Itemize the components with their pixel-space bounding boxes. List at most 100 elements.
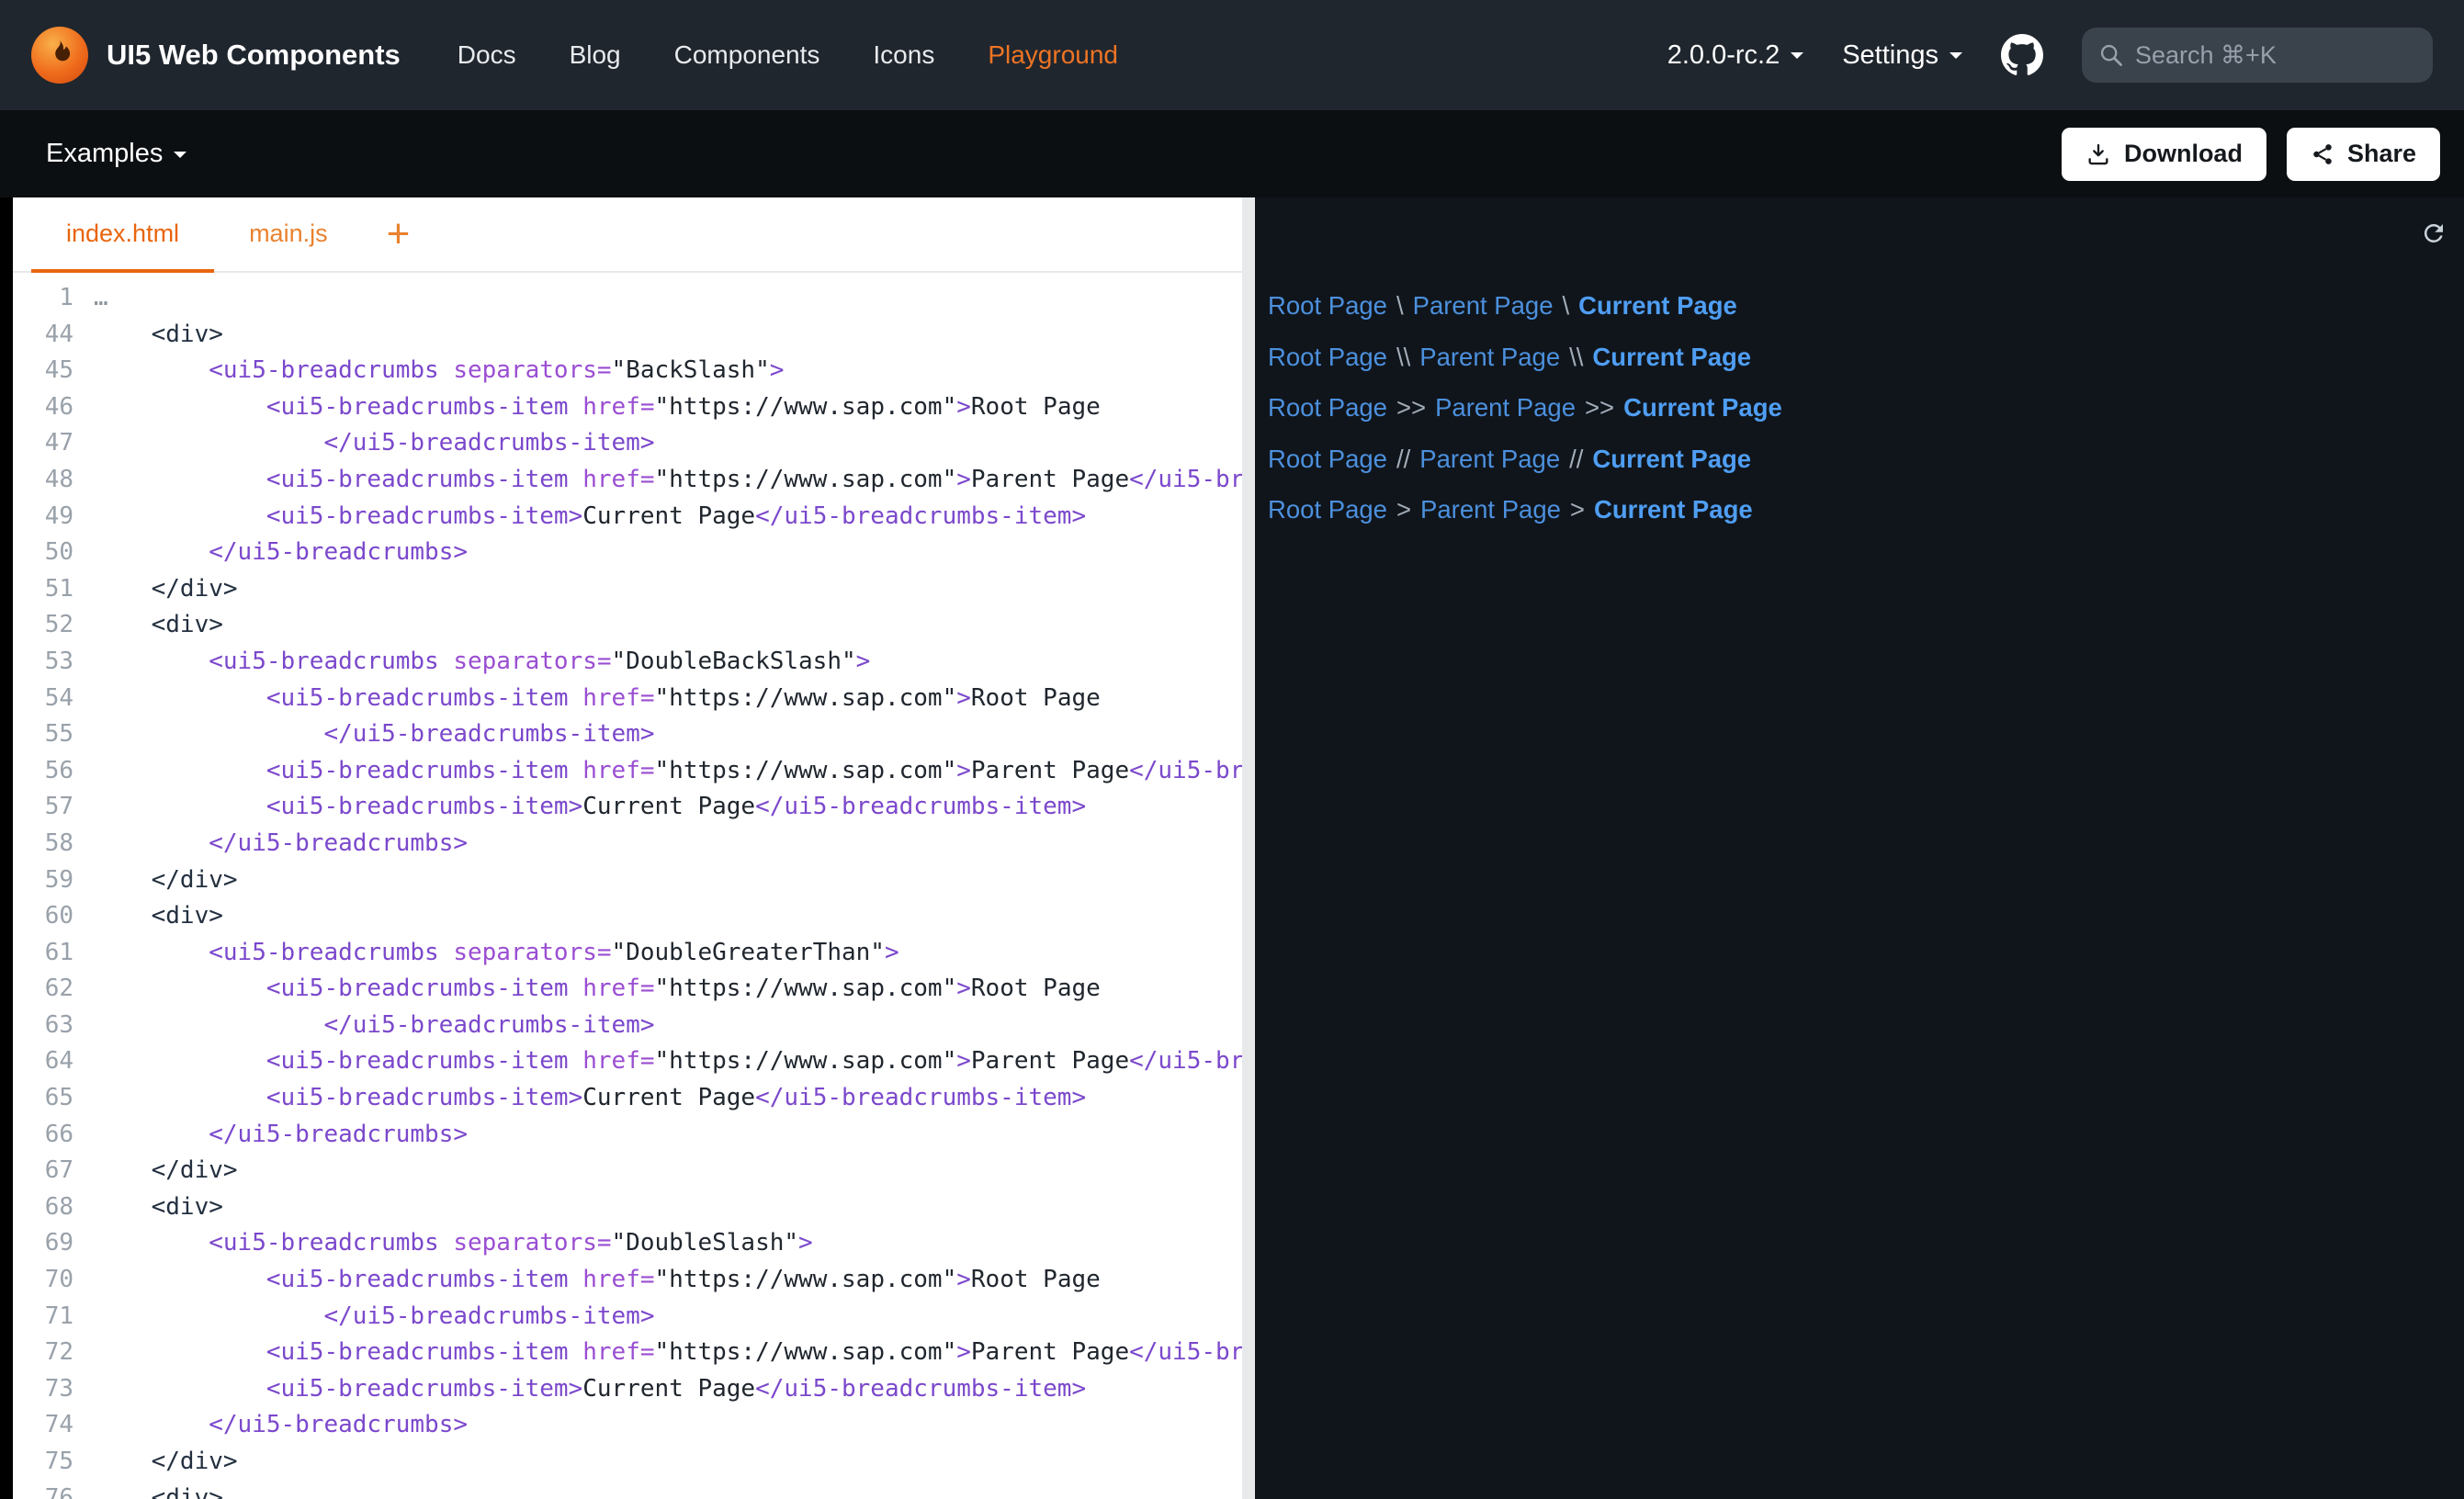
examples-dropdown[interactable]: Examples (46, 139, 186, 169)
breadcrumb-current: Current Page (1623, 393, 1782, 422)
breadcrumb-current: Current Page (1578, 291, 1737, 320)
breadcrumb-current: Current Page (1594, 495, 1753, 524)
code-line: 62 <ui5-breadcrumbs-item href="https://w… (13, 971, 1242, 1008)
code-line: 1… (13, 280, 1242, 317)
main-area: index.htmlmain.js+ 1…44 <div> 45 <ui5-bre… (0, 197, 2464, 1499)
breadcrumb-link[interactable]: Parent Page (1413, 291, 1554, 320)
breadcrumb-row: Root Page>>Parent Page>>Current Page (1268, 389, 2464, 426)
line-number: 45 (13, 353, 94, 389)
code-text: <div> (94, 898, 223, 935)
code-text: <div> (94, 1481, 223, 1499)
code-line: 46 <ui5-breadcrumbs-item href="https://w… (13, 389, 1242, 426)
code-line: 69 <ui5-breadcrumbs separators="DoubleSl… (13, 1225, 1242, 1262)
code-text: </ui5-breadcrumbs> (94, 1407, 468, 1444)
breadcrumb-separator: > (1570, 495, 1585, 524)
breadcrumb-link[interactable]: Root Page (1268, 495, 1387, 524)
version-dropdown[interactable]: 2.0.0-rc.2 (1667, 40, 1804, 71)
line-number: 74 (13, 1407, 94, 1444)
breadcrumb-link[interactable]: Parent Page (1419, 343, 1560, 371)
code-line: 65 <ui5-breadcrumbs-item>Current Page</u… (13, 1080, 1242, 1117)
breadcrumb-separator: >> (1585, 393, 1614, 422)
header-right: 2.0.0-rc.2 Settings (1667, 28, 2433, 83)
breadcrumb-separator: \ (1396, 291, 1404, 320)
code-line: 58 </ui5-breadcrumbs> (13, 826, 1242, 862)
breadcrumb-link[interactable]: Root Page (1268, 445, 1387, 473)
breadcrumb-link[interactable]: Root Page (1268, 393, 1387, 422)
code-lines[interactable]: 1…44 <div> 45 <ui5-breadcrumbs separators… (13, 273, 1242, 1499)
line-number: 1 (13, 280, 94, 317)
line-number: 58 (13, 826, 94, 862)
breadcrumb-link[interactable]: Root Page (1268, 291, 1387, 320)
code-line: 74 </ui5-breadcrumbs> (13, 1407, 1242, 1444)
line-number: 49 (13, 499, 94, 535)
nav-item-components[interactable]: Components (674, 40, 820, 70)
github-link[interactable] (2001, 34, 2043, 76)
code-text: <div> (94, 1189, 223, 1226)
line-number: 64 (13, 1043, 94, 1080)
examples-toolbar: Examples Download Share (0, 110, 2464, 197)
nav-item-docs[interactable]: Docs (458, 40, 516, 70)
nav-item-playground[interactable]: Playground (988, 40, 1118, 70)
code-text: </ui5-breadcrumbs-item> (94, 716, 654, 753)
code-text: <ui5-breadcrumbs-item href="https://www.… (94, 1043, 1242, 1080)
breadcrumb-link[interactable]: Root Page (1268, 343, 1387, 371)
nav-item-blog[interactable]: Blog (570, 40, 621, 70)
breadcrumb-link[interactable]: Parent Page (1419, 445, 1560, 473)
line-number: 66 (13, 1117, 94, 1154)
line-number: 57 (13, 789, 94, 826)
code-text: <ui5-breadcrumbs-item href="https://www.… (94, 389, 1101, 426)
code-line: 61 <ui5-breadcrumbs separators="DoubleGr… (13, 935, 1242, 972)
top-navbar: UI5 Web Components DocsBlogComponentsIco… (0, 0, 2464, 110)
code-line: 49 <ui5-breadcrumbs-item>Current Page</u… (13, 499, 1242, 535)
refresh-icon (2420, 220, 2447, 247)
breadcrumb-row: Root Page>Parent Page>Current Page (1268, 491, 2464, 528)
chevron-down-icon (1791, 52, 1803, 65)
code-text: </div> (94, 1444, 238, 1481)
code-line: 54 <ui5-breadcrumbs-item href="https://w… (13, 681, 1242, 717)
code-line: 59 </div> (13, 862, 1242, 899)
code-line: 52 <div> (13, 607, 1242, 644)
code-line: 76 <div> (13, 1481, 1242, 1499)
panel-resize-handle[interactable] (1242, 197, 1255, 1499)
code-editor-panel: index.htmlmain.js+ 1…44 <div> 45 <ui5-bre… (13, 197, 1242, 1499)
chevron-down-icon (1950, 52, 1962, 65)
breadcrumb-link[interactable]: Parent Page (1435, 393, 1576, 422)
share-icon (2311, 142, 2334, 166)
nav-item-icons[interactable]: Icons (873, 40, 934, 70)
line-number: 44 (13, 317, 94, 354)
breadcrumb-link[interactable]: Parent Page (1420, 495, 1561, 524)
add-tab-button[interactable]: + (363, 197, 435, 271)
tab-index.html[interactable]: index.html (31, 197, 214, 273)
code-text: </ui5-breadcrumbs-item> (94, 425, 654, 462)
code-text: </div> (94, 1153, 238, 1189)
code-text: <ui5-breadcrumbs-item>Current Page</ui5-… (94, 1080, 1086, 1117)
code-text: <ui5-breadcrumbs-item href="https://www.… (94, 753, 1242, 790)
line-number: 51 (13, 571, 94, 608)
code-line: 55 </ui5-breadcrumbs-item> (13, 716, 1242, 753)
code-line: 51 </div> (13, 571, 1242, 608)
code-line: 67 </div> (13, 1153, 1242, 1189)
code-line: 45 <ui5-breadcrumbs separators="BackSlas… (13, 353, 1242, 389)
code-text: … (94, 280, 108, 317)
main-nav: Docs Blog Components Icons Playground (458, 40, 1118, 70)
preview-toolbar (1255, 197, 2464, 273)
examples-label: Examples (46, 139, 163, 169)
search-box[interactable] (2082, 28, 2433, 83)
download-label: Download (2124, 140, 2243, 168)
code-text: <ui5-breadcrumbs-item href="https://www.… (94, 1262, 1101, 1299)
share-button[interactable]: Share (2287, 128, 2440, 181)
line-number: 60 (13, 898, 94, 935)
tab-main.js[interactable]: main.js (214, 197, 363, 273)
code-text: </ui5-breadcrumbs-item> (94, 1299, 654, 1336)
search-input[interactable] (2135, 41, 2416, 70)
download-button[interactable]: Download (2062, 128, 2266, 181)
line-number: 68 (13, 1189, 94, 1226)
refresh-button[interactable] (2420, 220, 2447, 250)
code-text: <ui5-breadcrumbs separators="DoubleBackS… (94, 644, 870, 681)
settings-dropdown[interactable]: Settings (1842, 40, 1962, 71)
line-number: 69 (13, 1225, 94, 1262)
line-number: 47 (13, 425, 94, 462)
breadcrumb-separator: // (1569, 445, 1583, 473)
code-line: 48 <ui5-breadcrumbs-item href="https://w… (13, 462, 1242, 499)
breadcrumb-row: Root Page\Parent Page\Current Page (1268, 287, 2464, 324)
